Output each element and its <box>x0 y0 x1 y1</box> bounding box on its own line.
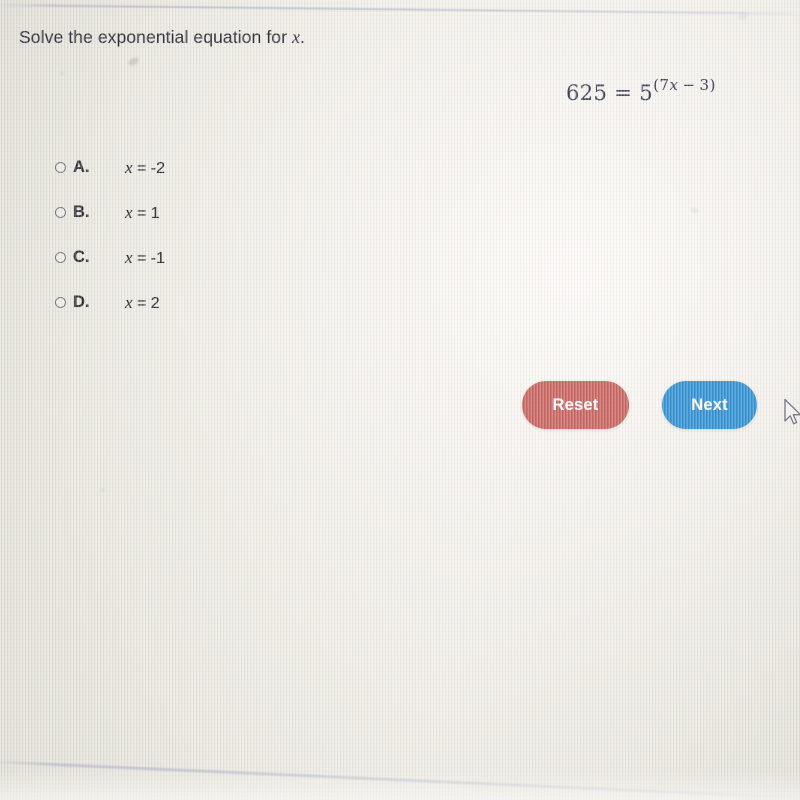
question-prompt-variable: x <box>292 27 301 47</box>
option-value-rest: = 1 <box>132 204 160 222</box>
equation-exponent: (7x −3) <box>653 76 716 94</box>
answer-option-d[interactable]: D. x = 2 <box>55 280 315 325</box>
option-value: x = 2 <box>125 293 160 313</box>
question-prompt-text: Solve the exponential equation for <box>19 27 292 47</box>
option-letter: C. <box>73 248 90 266</box>
equation-display: 625 = 5(7x −3) <box>566 76 716 105</box>
exponent-constant: 3 <box>699 76 710 94</box>
action-button-group: Reset Next <box>522 381 757 429</box>
exponent-minus-sign: − <box>682 76 696 94</box>
exponent-close-paren: ) <box>709 76 716 94</box>
answer-options-list: A. x = -2 B. x = 1 C. x = -1 D. x = 2 <box>55 145 315 325</box>
exponent-variable: x <box>669 76 679 94</box>
option-value: x = -1 <box>125 248 165 268</box>
quiz-content: Solve the exponential equation for x. 62… <box>0 0 800 800</box>
option-value: x = 1 <box>125 203 160 223</box>
option-letter: A. <box>73 158 90 176</box>
equation-left-side: 625 <box>566 81 608 105</box>
option-letter: B. <box>73 203 90 221</box>
exponent-coefficient: 7 <box>659 76 670 94</box>
option-value-variable: x <box>125 157 133 177</box>
radio-button-icon[interactable] <box>55 297 66 308</box>
option-value-variable: x <box>125 247 133 267</box>
answer-option-c[interactable]: C. x = -1 <box>55 235 315 280</box>
reset-button[interactable]: Reset <box>522 381 629 429</box>
answer-option-b[interactable]: B. x = 1 <box>55 190 315 235</box>
photographed-screen: Solve the exponential equation for x. 62… <box>0 0 800 800</box>
answer-option-a[interactable]: A. x = -2 <box>55 145 315 190</box>
option-value-rest: = -2 <box>132 159 166 177</box>
radio-button-icon[interactable] <box>55 207 66 218</box>
option-letter: D. <box>73 293 90 311</box>
question-prompt-period: . <box>300 27 306 47</box>
page-title: Solve the exponential equation for x. <box>19 27 305 49</box>
radio-button-icon[interactable] <box>55 162 66 173</box>
option-value-rest: = 2 <box>132 294 160 312</box>
equation-equals-sign: = <box>614 81 633 105</box>
option-value-variable: x <box>125 292 133 312</box>
option-value: x = -2 <box>125 158 165 178</box>
radio-button-icon[interactable] <box>55 252 66 263</box>
option-value-variable: x <box>125 202 133 222</box>
option-value-rest: = -1 <box>132 249 166 267</box>
next-button[interactable]: Next <box>662 381 757 429</box>
equation-base: 5 <box>639 81 654 105</box>
